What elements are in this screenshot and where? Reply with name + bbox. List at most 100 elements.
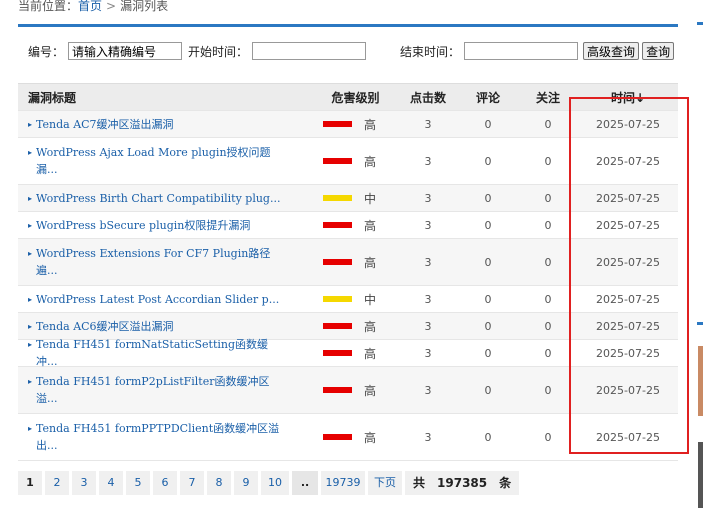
row-title-cell: ▸ WordPress Birth Chart Compatibility plu… [18,190,313,207]
level-bar [323,434,352,440]
page-8-link[interactable]: 8 [207,471,231,495]
page-5-link[interactable]: 5 [126,471,150,495]
level-cell: 高 [313,217,398,234]
vulnerability-title: WordPress bSecure plugin权限提升漏洞 [36,218,251,232]
clicks-count: 3 [424,346,432,360]
clicks-count: 3 [424,383,432,397]
vulnerability-title-link[interactable]: ▸ Tenda FH451 formP2pListFilter函数缓冲区溢... [28,373,313,407]
page-2-link[interactable]: 2 [45,471,69,495]
vulnerability-title: Tenda FH451 formNatStaticSetting函数缓冲... [36,338,269,368]
vulnerability-title-link[interactable]: ▸ WordPress Ajax Load More plugin授权问题漏... [28,144,313,178]
row-title-cell: ▸ Tenda AC7缓冲区溢出漏洞 [18,116,313,133]
clicks-count: 3 [424,154,432,168]
start-time-input[interactable] [252,42,367,60]
id-label: 编号： [28,44,65,59]
vulnerability-title: Tenda FH451 formPPTPDClient函数缓冲区溢出... [36,422,280,452]
breadcrumb: 当前位置：首页 > 漏洞列表 [18,0,168,14]
page-9-link[interactable]: 9 [234,471,258,495]
vulnerability-title-link[interactable]: ▸ Tenda FH451 formPPTPDClient函数缓冲区溢出... [28,420,313,454]
total-suffix: 条 [499,476,512,490]
triangle-right-icon: ▸ [28,119,33,129]
level-text: 高 [364,346,377,361]
vulnerability-title-link[interactable]: ▸ WordPress bSecure plugin权限提升漏洞 [28,217,313,234]
page-6-link[interactable]: 6 [153,471,177,495]
page-ellipsis: .. [292,471,318,495]
vulnerability-title: WordPress Latest Post Accordian Slider p… [36,292,280,306]
vulnerability-title: Tenda AC7缓冲区溢出漏洞 [36,117,174,131]
advanced-search-button[interactable]: 高级查询 [583,42,640,60]
header-level: 危害级别 [331,90,380,105]
level-text: 高 [364,154,377,169]
vulnerability-title: WordPress Extensions For CF7 Plugin路径遍..… [36,247,271,277]
triangle-right-icon: ▸ [28,193,33,203]
page-7-link[interactable]: 7 [180,471,204,495]
level-cell: 高 [313,382,398,399]
vulnerability-title: WordPress Ajax Load More plugin授权问题漏... [36,146,271,176]
row-title-cell: ▸ WordPress Ajax Load More plugin授权问题漏... [18,144,313,178]
triangle-right-icon: ▸ [28,148,33,157]
breadcrumb-separator: > [106,0,117,13]
level-cell: 高 [313,429,398,446]
side-panel-border [697,22,703,25]
level-bar [323,222,352,228]
last-page-link[interactable]: 19739 [321,471,365,495]
level-bar [323,296,352,302]
breadcrumb-home-link[interactable]: 首页 [78,0,102,13]
vulnerability-title-link[interactable]: ▸ Tenda AC7缓冲区溢出漏洞 [28,116,313,133]
page-4-link[interactable]: 4 [99,471,123,495]
comments-count: 0 [484,383,492,397]
vulnerability-title-link[interactable]: ▸ WordPress Birth Chart Compatibility plu… [28,190,313,207]
comments-count: 0 [484,117,492,131]
comments-count: 0 [484,319,492,333]
level-cell: 高 [313,345,398,362]
level-bar [323,323,352,329]
level-text: 高 [364,218,377,233]
vulnerability-title: Tenda FH451 formP2pListFilter函数缓冲区溢... [36,375,270,405]
breadcrumb-current: 漏洞列表 [120,0,169,13]
page-10-link[interactable]: 10 [261,471,289,495]
level-bar [323,195,352,201]
clicks-count: 3 [424,319,432,333]
clicks-count: 3 [424,117,432,131]
vulnerability-title-link[interactable]: ▸ Tenda AC6缓冲区溢出漏洞 [28,318,313,335]
comments-count: 0 [484,255,492,269]
clicks-count: 3 [424,255,432,269]
level-bar [323,387,352,393]
row-title-cell: ▸ Tenda AC6缓冲区溢出漏洞 [18,318,313,335]
level-cell: 中 [313,291,398,308]
row-title-cell: ▸ WordPress Extensions For CF7 Plugin路径遍.… [18,245,313,279]
page-3-link[interactable]: 3 [72,471,96,495]
vulnerability-title-link[interactable]: ▸ Tenda FH451 formNatStaticSetting函数缓冲... [28,336,313,370]
vulnerability-title-link[interactable]: ▸ WordPress Latest Post Accordian Slider … [28,291,313,308]
level-bar [323,121,352,127]
search-button[interactable]: 查询 [642,42,675,60]
level-bar [323,259,352,265]
level-text: 高 [364,430,377,445]
start-time-label: 开始时间： [188,44,249,59]
triangle-right-icon: ▸ [28,249,33,258]
highlight-box [569,97,689,454]
header-title: 漏洞标题 [28,90,77,105]
level-cell: 高 [313,116,398,133]
clicks-count: 3 [424,191,432,205]
row-title-cell: ▸ WordPress bSecure plugin权限提升漏洞 [18,217,313,234]
comments-count: 0 [484,430,492,444]
level-text: 高 [364,319,377,334]
side-panel-image [698,346,703,416]
triangle-right-icon: ▸ [28,377,33,386]
level-text: 高 [364,383,377,398]
level-text: 高 [364,255,377,270]
triangle-right-icon: ▸ [28,340,33,349]
page-1-link: 1 [18,471,42,495]
id-input[interactable] [68,42,183,60]
filter-bar: 编号： 开始时间： 结束时间： 高级查询 查询 [28,40,675,62]
next-page-link[interactable]: 下页 [368,471,402,495]
vulnerability-title-link[interactable]: ▸ WordPress Extensions For CF7 Plugin路径遍.… [28,245,313,279]
level-cell: 高 [313,153,398,170]
level-text: 中 [364,292,377,307]
level-text: 中 [364,191,377,206]
end-time-label: 结束时间： [400,44,461,59]
total-count: 共 197385 条 [405,471,520,495]
end-time-input[interactable] [464,42,579,60]
row-title-cell: ▸ Tenda FH451 formPPTPDClient函数缓冲区溢出... [18,420,313,454]
